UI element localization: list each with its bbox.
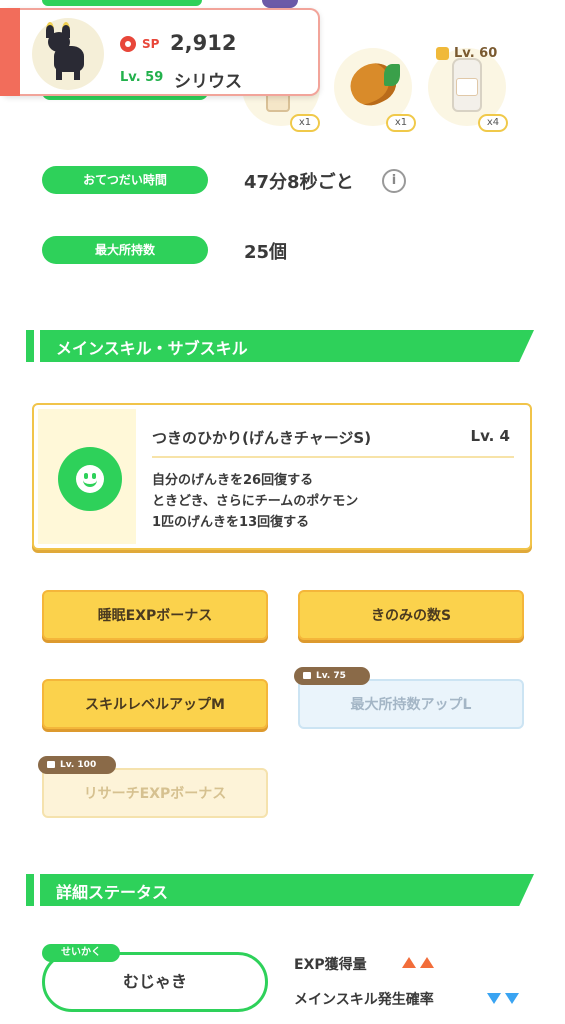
smile-face (76, 465, 104, 493)
sub-skill-lock-tag: Lv. 100 (38, 756, 116, 774)
stat-up-label: EXP獲得量 (294, 957, 367, 973)
stat-down-label: メインスキル発生確率 (294, 992, 434, 1008)
smile-icon (58, 447, 122, 511)
main-skill-level: Lv. 4 (470, 427, 510, 445)
smile-eye (92, 473, 96, 479)
pokemon-avatar (32, 18, 104, 90)
sub-skill-max-carry-up-l[interactable]: 最大所持数アップL (298, 679, 524, 729)
info-icon[interactable]: i (382, 169, 406, 193)
skill-divider (152, 456, 514, 458)
help-time-label: おてつだい時間 (42, 166, 208, 194)
cacao-leaf-icon (384, 64, 400, 86)
sp-icon (120, 36, 136, 52)
section-bar (26, 874, 34, 906)
main-skill-description: 自分のげんきを26回復する ときどき、さらにチームのポケモン 1匹のげんきを13… (152, 470, 358, 533)
ingredient-count-3: x4 (478, 114, 508, 132)
section-title: 詳細ステータス (56, 883, 169, 902)
milk-label (456, 78, 478, 96)
main-skill-name: つきのひかり(げんきチャージS) (152, 429, 372, 447)
lock-icon (436, 47, 449, 60)
main-skill-card[interactable]: つきのひかり(げんきチャージS) Lv. 4 自分のげんきを26回復する ときど… (32, 403, 532, 550)
down-arrow-icon (505, 993, 519, 1004)
help-time-value: 47分8秒ごと (244, 172, 354, 193)
max-carry-label: 最大所持数 (42, 236, 208, 264)
max-carry-value: 25個 (244, 242, 288, 263)
skill-desc-line: ときどき、さらにチームのポケモン (152, 494, 359, 509)
section-title: メインスキル・サブスキル (56, 339, 248, 358)
skills-section-header: メインスキル・サブスキル (26, 330, 534, 362)
details-section-header: 詳細ステータス (26, 874, 534, 906)
umbreon-leg (56, 68, 62, 80)
up-arrow-icon (402, 957, 416, 968)
smile-mouth (83, 480, 97, 487)
top-partial-strip (42, 0, 202, 6)
sub-skill-lock-tag: Lv. 75 (294, 667, 370, 685)
umbreon-ear (46, 22, 54, 38)
pokemon-name: シリウス (174, 72, 242, 92)
nature-tag: せいかく (42, 944, 120, 962)
sub-skill-sleep-exp-bonus[interactable]: 睡眠EXPボーナス (42, 590, 268, 640)
pokemon-level: Lv. 59 (120, 70, 164, 85)
umbreon-leg-2 (74, 68, 80, 80)
card-accent (0, 8, 20, 96)
sp-label: SP (142, 37, 160, 51)
section-bar (26, 330, 34, 362)
sub-skill-skill-level-up-m[interactable]: スキルレベルアップM (42, 679, 268, 729)
down-arrow-icon (487, 993, 501, 1004)
sub-skill-berry-count-s[interactable]: きのみの数S (298, 590, 524, 640)
skill-desc-line: 自分のげんきを26回復する (152, 473, 314, 488)
skill-desc-line: 1匹のげんきを13回復する (152, 515, 310, 530)
up-arrow-icon (420, 957, 434, 968)
top-partial-berry-icon (262, 0, 298, 8)
sub-skill-research-exp-bonus[interactable]: リサーチEXPボーナス (42, 768, 268, 818)
sp-value: 2,912 (170, 31, 237, 55)
pokemon-card[interactable]: SP 2,912 Lv. 59 シリウス (0, 8, 320, 96)
ingredient-count-2: x1 (386, 114, 416, 132)
ingredient-count-1: x1 (290, 114, 320, 132)
umbreon-ear-2 (62, 22, 70, 38)
ingredient-lock-level: Lv. 60 (454, 46, 498, 61)
skill-icon-panel (38, 409, 136, 544)
smile-eye (84, 473, 88, 479)
